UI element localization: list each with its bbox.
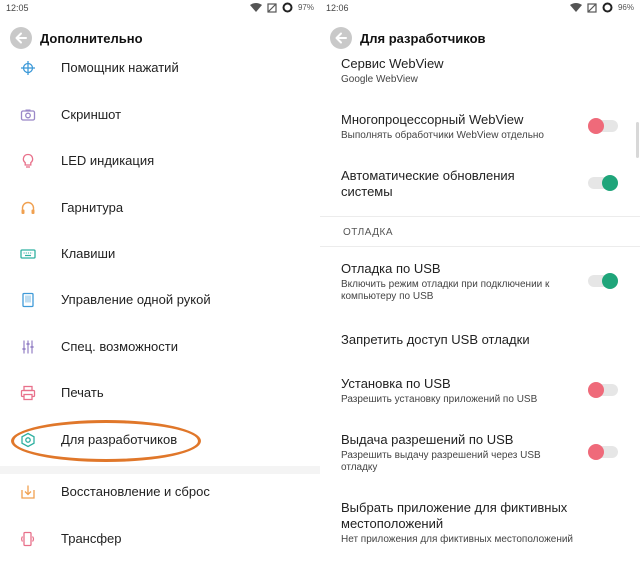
left-screen: 12:05 97% Дополнительно Помощник нажатий…	[0, 0, 320, 568]
menu-item-tap-assistant[interactable]: Помощник нажатий	[0, 48, 320, 88]
menu-item-led[interactable]: LED индикация	[0, 141, 320, 181]
setting-title: Отладка по USB	[341, 261, 441, 276]
menu-item-label: Управление одной рукой	[61, 292, 211, 307]
phone-frame-icon	[22, 292, 34, 308]
setting-auto-updates[interactable]: Автоматические обновления системы	[320, 164, 640, 210]
setting-summary-line1: Разрешить выдачу разрешений через USB	[341, 450, 541, 461]
setting-title: Выдача разрешений по USB	[341, 432, 514, 447]
menu-item-label: Клавиши	[61, 246, 116, 261]
menu-item-label: Скриншот	[61, 107, 122, 122]
menu-item-transfer[interactable]: Трансфер	[0, 519, 320, 559]
right-screen: 12:06 96% Для разработчиков Сервис WebVi…	[320, 0, 640, 568]
back-button[interactable]	[330, 27, 352, 49]
setting-revoke-usb-debugging[interactable]: Запретить доступ USB отладки	[320, 324, 640, 358]
setting-title: Запретить доступ USB отладки	[341, 332, 530, 347]
section-header-debugging: ОТЛАДКА	[343, 227, 393, 238]
setting-summary-line1: Включить режим отладки при подключении к	[341, 279, 550, 290]
menu-item-label: Гарнитура	[61, 200, 124, 215]
setting-webview-service[interactable]: Сервис WebView Google WebView	[320, 54, 640, 94]
page-title: Для разработчиков	[360, 31, 486, 46]
setting-summary: Google WebView	[341, 74, 418, 85]
divider	[320, 216, 640, 217]
menu-item-print[interactable]: Печать	[0, 373, 320, 413]
battery-ring-icon	[282, 2, 293, 13]
page-title: Дополнительно	[40, 31, 143, 46]
usb-debugging-toggle[interactable]	[588, 273, 618, 289]
auto-updates-toggle[interactable]	[588, 175, 618, 191]
usb-install-toggle[interactable]	[588, 382, 618, 398]
battery-percent: 97%	[297, 3, 314, 12]
status-bar: 12:06 96%	[320, 0, 640, 18]
setting-title: Сервис WebView	[341, 56, 444, 71]
usb-permissions-toggle[interactable]	[588, 444, 618, 460]
multiprocess-toggle[interactable]	[588, 118, 618, 134]
setting-title-line1: Выбрать приложение для фиктивных	[341, 500, 568, 515]
menu-item-accessibility[interactable]: Спец. возможности	[0, 327, 320, 367]
menu-item-label: Спец. возможности	[61, 339, 178, 354]
camera-icon	[20, 109, 36, 121]
setting-summary-line2: отладку	[341, 462, 378, 473]
back-button[interactable]	[10, 27, 32, 49]
setting-usb-debugging[interactable]: Отладка по USB Включить режим отладки пр…	[320, 258, 640, 308]
menu-item-headset[interactable]: Гарнитура	[0, 188, 320, 228]
setting-install-via-usb[interactable]: Установка по USB Разрешить установку при…	[320, 372, 640, 412]
transfer-icon	[21, 531, 35, 547]
scrollbar[interactable]	[636, 122, 639, 158]
wifi-icon	[249, 3, 262, 12]
status-time: 12:05	[6, 3, 29, 13]
setting-title: Многопроцессорный WebView	[341, 112, 524, 127]
status-bar: 12:05 97%	[0, 0, 320, 18]
keyboard-icon	[20, 249, 36, 259]
setting-multiprocess-webview[interactable]: Многопроцессорный WebView Выполнять обра…	[320, 108, 640, 148]
menu-item-label: Восстановление и сброс	[61, 484, 210, 499]
highlight-oval	[11, 420, 201, 462]
setting-mock-location-app[interactable]: Выбрать приложение для фиктивных местопо…	[320, 496, 640, 552]
battery-ring-icon	[602, 2, 613, 13]
printer-icon	[20, 385, 36, 401]
setting-title-line2: системы	[341, 184, 393, 199]
menu-item-label: Помощник нажатий	[61, 60, 179, 75]
crosshair-icon	[21, 61, 35, 75]
menu-item-label: LED индикация	[61, 153, 155, 168]
setting-summary-line2: компьютеру по USB	[341, 291, 434, 302]
status-time: 12:06	[326, 3, 349, 13]
menu-item-screenshot[interactable]: Скриншот	[0, 95, 320, 135]
setting-summary: Разрешить установку приложений по USB	[341, 394, 538, 405]
restore-icon	[21, 485, 35, 499]
headphones-icon	[21, 201, 35, 214]
no-sim-icon	[587, 2, 597, 13]
arrow-left-icon	[15, 32, 27, 44]
app-bar: Для разработчиков	[320, 24, 640, 54]
no-sim-icon	[267, 2, 277, 13]
setting-title-line2: местоположений	[341, 516, 444, 531]
menu-item-one-hand[interactable]: Управление одной рукой	[0, 280, 320, 320]
setting-summary: Выполнять обработчики WebView отдельно	[341, 130, 544, 141]
divider	[320, 246, 640, 247]
menu-item-backup-reset[interactable]: Восстановление и сброс	[0, 472, 320, 512]
setting-title: Установка по USB	[341, 376, 451, 391]
setting-summary: Нет приложения для фиктивных местоположе…	[341, 534, 574, 545]
lightbulb-icon	[22, 153, 34, 168]
sliders-icon	[22, 340, 34, 354]
menu-item-label: Печать	[61, 385, 104, 400]
wifi-icon	[569, 3, 582, 12]
battery-percent: 96%	[617, 3, 634, 12]
arrow-left-icon	[335, 32, 347, 44]
menu-item-keys[interactable]: Клавиши	[0, 234, 320, 274]
setting-title-line1: Автоматические обновления	[341, 168, 515, 183]
menu-item-label: Трансфер	[61, 531, 122, 546]
setting-grant-permissions-usb[interactable]: Выдача разрешений по USB Разрешить выдач…	[320, 428, 640, 478]
